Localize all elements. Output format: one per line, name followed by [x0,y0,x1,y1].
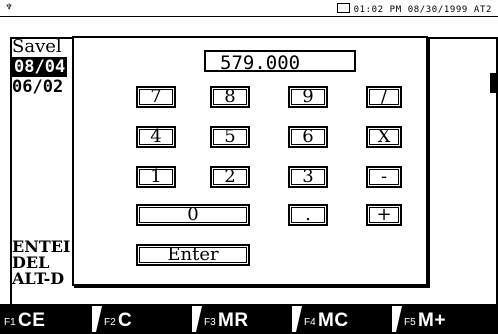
separator [292,306,302,332]
key-8[interactable]: 8 [210,86,250,108]
datetime-readout: 01:02 PM 08/30/1999 AT2 [336,3,492,15]
list-item[interactable]: 06/02 [12,77,63,97]
hint-line: ALT-D [12,269,65,288]
fkey-ce-button[interactable]: F1 CE [0,304,90,334]
fkey-c-button[interactable]: F2 C [92,304,190,334]
list-item[interactable]: 08/04 [12,57,68,77]
key-decimal[interactable]: . [288,204,328,226]
key-multiply[interactable]: X [366,126,402,148]
fkey-m-plus-button[interactable]: F5 M+ [392,304,498,334]
key-7[interactable]: 7 [136,86,176,108]
separator [92,306,102,332]
key-4[interactable]: 4 [136,126,176,148]
key-2[interactable]: 2 [210,166,250,188]
key-1[interactable]: 1 [136,166,176,188]
calculator-dialog: 579.000 7 8 9 / 4 5 6 X 1 2 3 - 0 . + En… [72,36,428,286]
tree-icon: ♆ [6,2,13,13]
fkey-mc-button[interactable]: F4 MC [292,304,390,334]
key-9[interactable]: 9 [288,86,328,108]
key-3[interactable]: 3 [288,166,328,188]
background-title: Savel [12,36,62,57]
fkey-mr-button[interactable]: F3 MR [192,304,290,334]
key-0[interactable]: 0 [136,204,250,226]
separator [392,306,402,332]
enter-button[interactable]: Enter [136,244,250,266]
key-5[interactable]: 5 [210,126,250,148]
status-bar: ♆ 01:02 PM 08/30/1999 AT2 [0,0,498,17]
function-key-bar: F1 CE F2 C F3 MR F4 MC F5 M+ [0,304,498,334]
key-divide[interactable]: / [366,86,402,108]
key-minus[interactable]: - [366,166,402,188]
separator [192,306,202,332]
scrollbar-thumb[interactable] [490,73,496,93]
calculator-display: 579.000 [204,50,356,74]
key-6[interactable]: 6 [288,126,328,148]
key-plus[interactable]: + [366,204,402,226]
status-device-icon [336,3,350,13]
